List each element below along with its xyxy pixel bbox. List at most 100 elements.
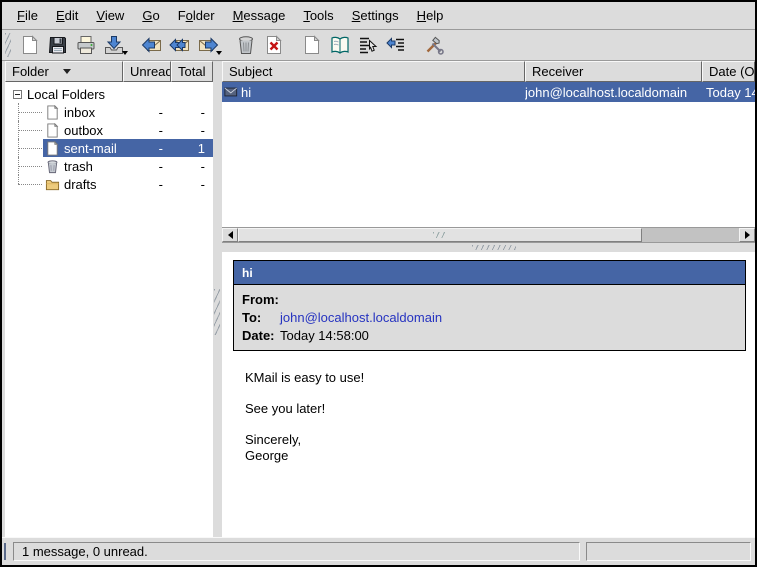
delete-button[interactable] [260, 31, 288, 59]
new-message-icon [19, 34, 41, 56]
statusbar-handle-icon [4, 543, 7, 560]
tree-line [18, 184, 42, 185]
collapse-minus-icon[interactable] [13, 90, 22, 99]
horizontal-scrollbar[interactable] [222, 227, 755, 243]
header-field-row: From: [234, 290, 745, 308]
header-field-row: To:john@localhost.localdomain [234, 308, 745, 326]
message-header-box: hi From:To:john@localhost.localdomain Dat… [233, 260, 746, 351]
folder-list-headers: Folder Unread Total [5, 61, 213, 82]
folder-row-trash[interactable]: trash -- [5, 157, 213, 175]
apply-filters-button[interactable] [382, 31, 410, 59]
folder-row-drafts[interactable]: drafts-- [5, 175, 213, 193]
list-cursor-icon [357, 34, 379, 56]
folder-row-outbox[interactable]: outbox-- [5, 121, 213, 139]
reply-all-icon [169, 34, 191, 56]
menu-item-help[interactable]: Help [408, 5, 453, 26]
forward-button[interactable] [194, 31, 222, 59]
column-header-total[interactable]: Total [171, 61, 213, 82]
reply-all-button[interactable] [166, 31, 194, 59]
folder-name: inbox [64, 105, 95, 120]
scrollbar-thumb[interactable] [238, 228, 642, 242]
folder-root-label: Local Folders [27, 87, 105, 102]
folder-icon [45, 177, 60, 192]
scroll-right-button[interactable] [739, 228, 755, 242]
message-list-body: hijohn@localhost.localdomainToday 14 [222, 82, 755, 227]
horizontal-splitter[interactable] [222, 243, 755, 252]
address-book-button[interactable] [326, 31, 354, 59]
folder-total-count: - [171, 159, 213, 174]
message-receiver: john@localhost.localdomain [525, 85, 702, 100]
toolbar-separator [222, 45, 232, 46]
move-to-trash-button[interactable] [232, 31, 260, 59]
reply-icon [141, 34, 163, 56]
status-right-panel [586, 542, 751, 561]
save-icon [47, 34, 69, 56]
folder-name: drafts [64, 177, 97, 192]
field-label: Date: [242, 328, 280, 343]
column-header-date[interactable]: Date (O [702, 61, 755, 82]
tree-line [18, 112, 42, 113]
folder-unread-count: - [123, 159, 171, 174]
doc-icon [45, 123, 60, 138]
menu-item-view[interactable]: View [87, 5, 133, 26]
new-message-button[interactable] [16, 31, 44, 59]
splitter-grip-icon[interactable] [214, 289, 220, 335]
doc-icon [45, 105, 60, 120]
configure-icon [423, 34, 445, 56]
reply-button[interactable] [138, 31, 166, 59]
status-bar: 1 message, 0 unread. [2, 537, 755, 565]
message-row[interactable]: hijohn@localhost.localdomainToday 14 [222, 82, 755, 102]
menu-bar: FileEditViewGoFolderMessageToolsSettings… [2, 2, 755, 30]
column-header-folder-label: Folder [12, 64, 49, 79]
dropdown-caret-icon [122, 51, 128, 58]
menu-item-edit[interactable]: Edit [47, 5, 87, 26]
scrollbar-trough[interactable] [642, 228, 739, 242]
menu-item-tools[interactable]: Tools [294, 5, 342, 26]
message-date: Today 14 [702, 85, 755, 100]
folder-root-row[interactable]: Local Folders [5, 85, 213, 103]
splitter-grip-icon[interactable] [472, 245, 516, 250]
toolbar-drag-handle[interactable] [5, 33, 11, 57]
folder-tree: Local Foldersinbox--outbox--sent-mail-1t… [5, 82, 213, 537]
column-header-receiver[interactable]: Receiver [525, 61, 702, 82]
field-label: From: [242, 292, 280, 307]
apply-filters-icon [385, 34, 407, 56]
print-icon [75, 34, 97, 56]
check-mail-button[interactable] [100, 31, 128, 59]
preview-fields: From:To:john@localhost.localdomainDate:T… [234, 285, 745, 350]
column-header-unread[interactable]: Unread [123, 61, 171, 82]
menu-item-settings[interactable]: Settings [343, 5, 408, 26]
blank-page-button[interactable] [298, 31, 326, 59]
menu-item-message[interactable]: Message [224, 5, 295, 26]
save-button[interactable] [44, 31, 72, 59]
column-header-subject[interactable]: Subject [222, 61, 525, 82]
menu-item-file[interactable]: File [8, 5, 47, 26]
tree-line [18, 130, 42, 131]
address-book-icon [329, 34, 351, 56]
folder-total-count: 1 [171, 141, 213, 156]
vertical-splitter[interactable] [213, 61, 222, 537]
email-address-link[interactable]: john@localhost.localdomain [280, 310, 442, 325]
toolbar-separator [410, 45, 420, 46]
scroll-left-button[interactable] [222, 228, 238, 242]
toolbar-separator [128, 45, 138, 46]
tree-line [18, 148, 42, 149]
print-button[interactable] [72, 31, 100, 59]
message-title: hi [234, 261, 745, 285]
doc-icon [45, 141, 60, 156]
folder-panel: Folder Unread Total Local Foldersinbox--… [5, 61, 213, 537]
menu-item-go[interactable]: Go [133, 5, 168, 26]
move-to-trash-icon [235, 34, 257, 56]
list-cursor-button[interactable] [354, 31, 382, 59]
column-header-folder[interactable]: Folder [5, 61, 123, 82]
trash-icon [45, 159, 60, 174]
configure-button[interactable] [420, 31, 448, 59]
envelope-icon [224, 85, 238, 99]
folder-name: outbox [64, 123, 103, 138]
tree-line [18, 166, 42, 167]
folder-name: trash [64, 159, 93, 174]
menu-item-folder[interactable]: Folder [169, 5, 224, 26]
toolbar [2, 30, 755, 61]
folder-row-inbox[interactable]: inbox-- [5, 103, 213, 121]
folder-row-sent-mail[interactable]: sent-mail-1 [5, 139, 213, 157]
